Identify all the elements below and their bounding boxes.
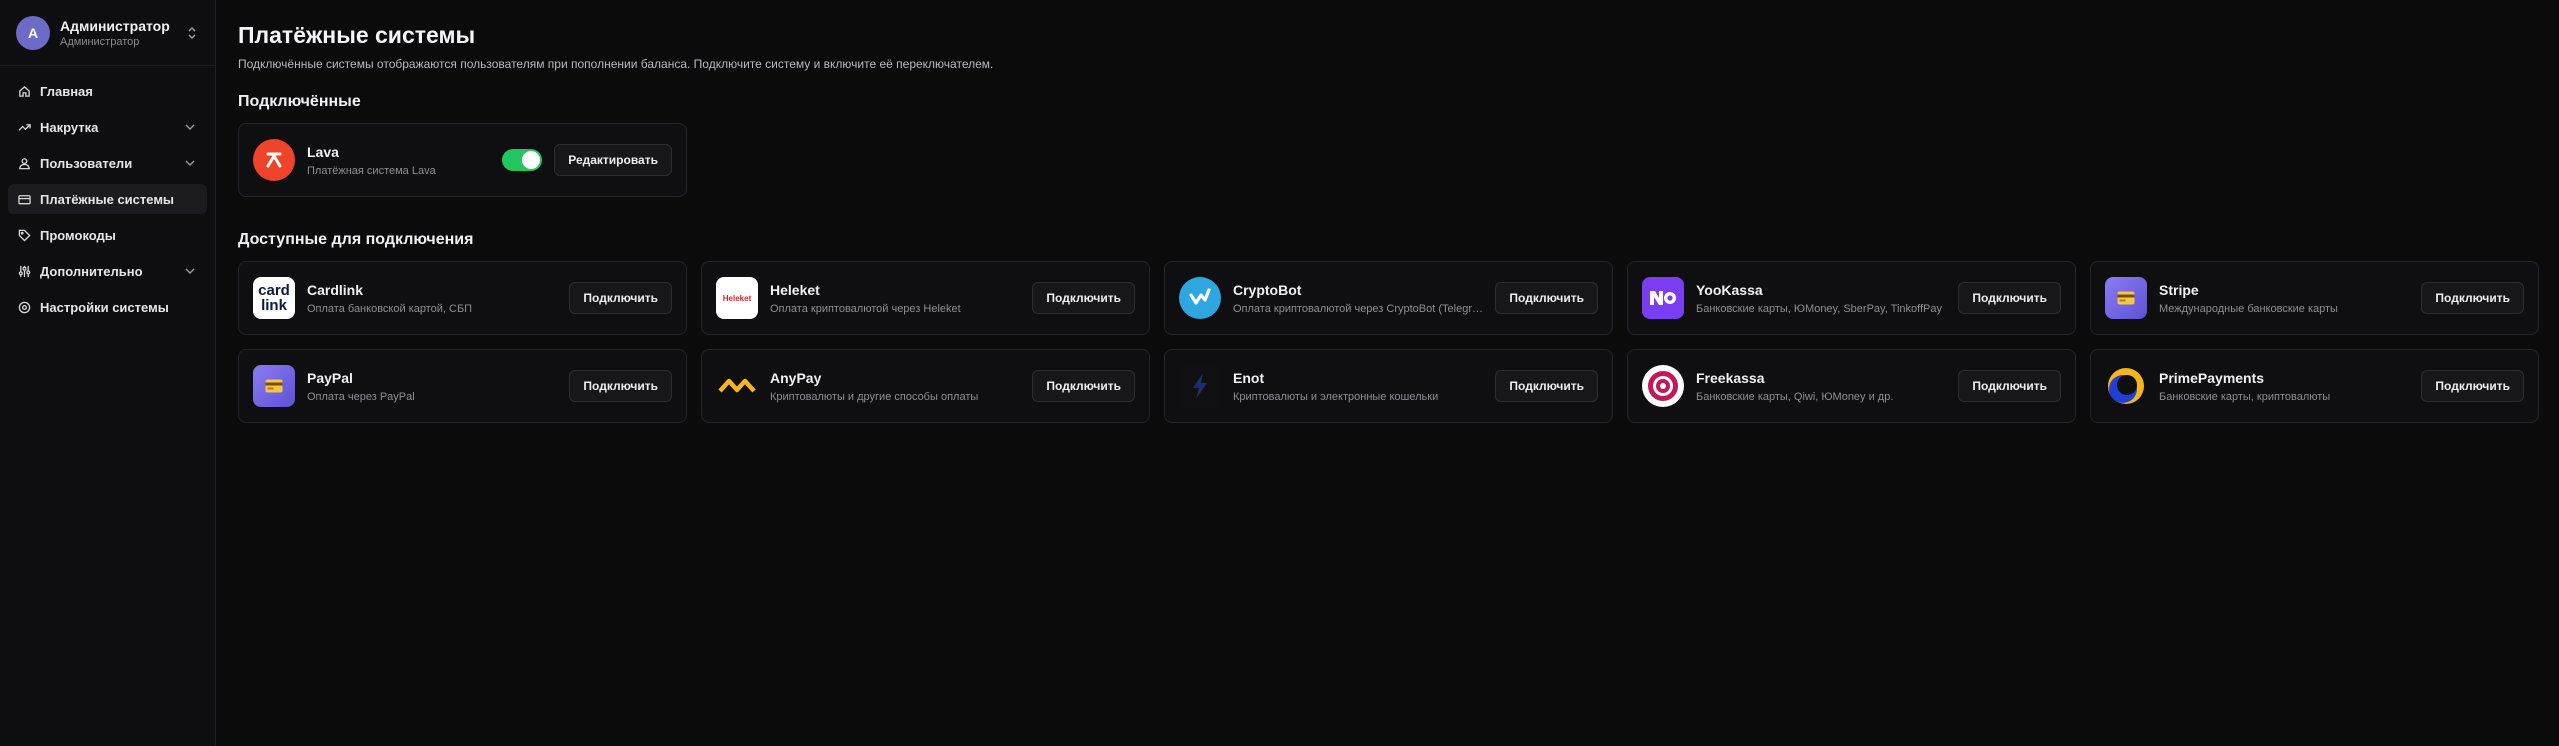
freekassa-logo bbox=[1642, 365, 1684, 407]
connect-button[interactable]: Подключить bbox=[1032, 370, 1135, 402]
user-name: Администратор bbox=[60, 17, 170, 34]
payment-card-paypal: PayPal Оплата через PayPal Подключить bbox=[238, 349, 687, 423]
page-title: Платёжные системы bbox=[238, 22, 476, 48]
connect-button[interactable]: Подключить bbox=[569, 282, 672, 314]
payment-name: Stripe bbox=[2159, 281, 2199, 298]
sidebar-item-promocodes[interactable]: Промокоды bbox=[8, 220, 207, 250]
user-menu[interactable]: A Администратор Администратор bbox=[0, 0, 215, 66]
chevron-down-icon bbox=[183, 120, 197, 134]
sidebar-item-system-settings[interactable]: Настройки системы bbox=[8, 292, 207, 322]
edit-button[interactable]: Редактировать bbox=[554, 144, 672, 176]
payment-card-stripe: Stripe Международные банковские карты По… bbox=[2090, 261, 2539, 335]
enot-logo bbox=[1179, 365, 1221, 407]
chevron-updown-icon bbox=[185, 26, 199, 40]
payment-card-enot: Enot Криптовалюты и электронные кошельки… bbox=[1164, 349, 1613, 423]
available-grid: card link Cardlink Оплата банковской кар… bbox=[238, 261, 2539, 423]
chevron-down-icon bbox=[183, 264, 197, 278]
payment-description: Оплата криптовалютой через CryptoBot (Te… bbox=[1233, 302, 1484, 315]
payment-name: PayPal bbox=[307, 369, 353, 386]
payment-description: Оплата криптовалютой через Heleket bbox=[770, 302, 961, 315]
payment-name: CryptoBot bbox=[1233, 281, 1302, 298]
connect-button[interactable]: Подключить bbox=[1958, 370, 2061, 402]
connect-button[interactable]: Подключить bbox=[1958, 282, 2061, 314]
payment-description: Банковские карты, Qiwi, ЮMoney и др. bbox=[1696, 390, 1894, 403]
connect-button[interactable]: Подключить bbox=[569, 370, 672, 402]
payment-name: Cardlink bbox=[307, 281, 364, 298]
sidebar-item-label: Главная bbox=[40, 83, 93, 99]
available-section-title: Доступные для подключения bbox=[238, 231, 474, 248]
payment-card-lava: Lava Платёжная система Lava Редактироват… bbox=[238, 123, 687, 197]
payment-name: Enot bbox=[1233, 369, 1265, 386]
payment-description: Платёжная система Lava bbox=[307, 164, 436, 177]
connect-button[interactable]: Подключить bbox=[1495, 282, 1598, 314]
payment-name: YooKassa bbox=[1696, 281, 1763, 298]
sidebar-item-label: Платёжные системы bbox=[40, 191, 175, 207]
sidebar-item-label: Промокоды bbox=[40, 227, 116, 243]
main-content: Платёжные системы Подключённые системы о… bbox=[216, 0, 2559, 746]
sidebar-item-label: Дополнительно bbox=[40, 263, 143, 279]
payment-card-primepayments: PrimePayments Банковские карты, криптова… bbox=[2090, 349, 2539, 423]
payment-card-heleket: Heleket Heleket Оплата криптовалютой чер… bbox=[701, 261, 1150, 335]
home-icon bbox=[18, 85, 31, 98]
anypay-logo bbox=[716, 365, 758, 407]
payment-description: Международные банковские карты bbox=[2159, 302, 2338, 315]
payment-card-anypay: AnyPay Криптовалюты и другие способы опл… bbox=[701, 349, 1150, 423]
sidebar-item-label: Накрутка bbox=[40, 119, 99, 135]
payment-name: AnyPay bbox=[770, 369, 822, 386]
credit-card-icon bbox=[18, 193, 31, 206]
connect-button[interactable]: Подключить bbox=[1495, 370, 1598, 402]
stripe-logo bbox=[2105, 277, 2147, 319]
payment-card-cryptobot: CryptoBot Оплата криптовалютой через Cry… bbox=[1164, 261, 1613, 335]
tag-icon bbox=[18, 229, 31, 242]
primepayments-logo bbox=[2105, 365, 2147, 407]
payment-card-yookassa: YooKassa Банковские карты, ЮMoney, SberP… bbox=[1627, 261, 2076, 335]
payment-name: Heleket bbox=[770, 281, 820, 298]
connected-section-title: Подключённые bbox=[238, 93, 361, 110]
payment-description: Банковские карты, криптовалюты bbox=[2159, 390, 2331, 403]
yookassa-logo bbox=[1642, 277, 1684, 319]
page-description: Подключённые системы отображаются пользо… bbox=[238, 57, 994, 71]
chevron-down-icon bbox=[183, 156, 197, 170]
payment-name: PrimePayments bbox=[2159, 369, 2265, 386]
avatar: A bbox=[16, 15, 50, 50]
connect-button[interactable]: Подключить bbox=[1032, 282, 1135, 314]
sidebar-item-label: Пользователи bbox=[40, 155, 133, 171]
connect-button[interactable]: Подключить bbox=[2421, 282, 2524, 314]
payment-description: Банковские карты, ЮMoney, SberPay, Tinko… bbox=[1696, 302, 1942, 315]
connect-button[interactable]: Подключить bbox=[2421, 370, 2524, 402]
settings-icon bbox=[18, 301, 31, 314]
sidebar-item-payment-systems[interactable]: Платёжные системы bbox=[8, 184, 207, 214]
payment-card-cardlink: card link Cardlink Оплата банковской кар… bbox=[238, 261, 687, 335]
sidebar-item-boost[interactable]: Накрутка bbox=[8, 112, 207, 142]
payment-description: Криптовалюты и электронные кошельки bbox=[1233, 390, 1439, 403]
sliders-icon bbox=[18, 265, 31, 278]
lava-logo bbox=[253, 139, 295, 181]
payment-card-freekassa: Freekassa Банковские карты, Qiwi, ЮMoney… bbox=[1627, 349, 2076, 423]
sidebar-item-label: Настройки системы bbox=[40, 299, 169, 315]
payment-name: Lava bbox=[307, 143, 339, 160]
sidebar-item-home[interactable]: Главная bbox=[8, 76, 207, 106]
payment-description: Оплата через PayPal bbox=[307, 390, 415, 403]
sidebar: A Администратор Администратор Главная На… bbox=[0, 0, 216, 746]
enable-toggle[interactable] bbox=[502, 149, 543, 171]
user-role: Администратор bbox=[60, 35, 140, 48]
sidebar-item-additional[interactable]: Дополнительно bbox=[8, 256, 207, 286]
paypal-logo bbox=[253, 365, 295, 407]
payment-description: Оплата банковской картой, СБП bbox=[307, 302, 473, 315]
cardlink-logo: card link bbox=[253, 277, 295, 319]
users-icon bbox=[18, 157, 31, 170]
cryptobot-logo bbox=[1179, 277, 1221, 319]
payment-name: Freekassa bbox=[1696, 369, 1765, 386]
sidebar-item-users[interactable]: Пользователи bbox=[8, 148, 207, 178]
payment-description: Криптовалюты и другие способы оплаты bbox=[770, 390, 979, 403]
heleket-logo: Heleket bbox=[716, 277, 758, 319]
trending-icon bbox=[18, 121, 31, 134]
